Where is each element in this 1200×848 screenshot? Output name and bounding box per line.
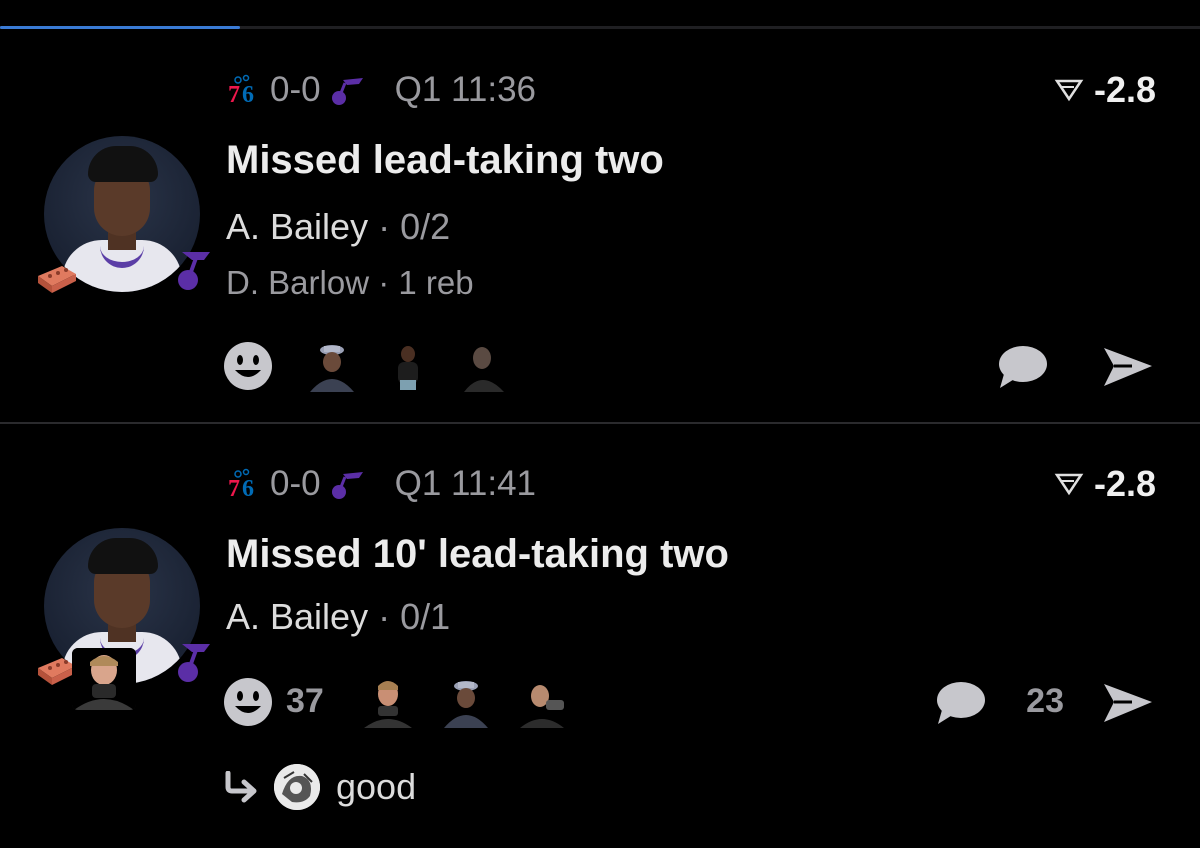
win-probability[interactable]: -2.8 [1054,463,1156,504]
shooter-name[interactable]: A. Bailey [226,596,368,637]
comment-bubble-icon[interactable] [996,344,1048,390]
rebounder-line[interactable]: D. Barlow · 1 reb [226,264,474,302]
play-title: Missed 10' lead-taking two [226,532,729,576]
brick-icon [38,266,76,293]
reaction-gif-icon [72,648,136,710]
send-icon[interactable] [1102,680,1154,726]
reaction-gif-icon[interactable] [362,676,414,728]
game-clock: Q1 11:36 [394,70,536,109]
commenter-avatar[interactable] [274,764,320,810]
jazz-logo-icon [178,252,210,290]
reaction-gif-icon[interactable] [458,340,510,392]
reaction-gif-icon[interactable] [382,340,434,392]
separator: · [378,264,390,301]
reaction-gif-icon[interactable] [440,676,492,728]
jazz-logo-icon [178,644,210,682]
game-clock: Q1 11:41 [394,464,536,503]
reaction-gif-icon[interactable] [518,676,570,728]
shooter-line[interactable]: A. Bailey · 0/1 [226,596,450,638]
play-card[interactable]: 7 6 0-0 Q1 11:36 -2.8 Missed lead-taking… [0,30,1200,422]
76ers-logo-icon: 7 6 [228,468,254,502]
separator: · [378,206,391,247]
76ers-logo-icon: 7 6 [228,74,254,108]
comment-preview[interactable]: good [222,764,416,810]
comment-count[interactable]: 23 [1026,682,1064,721]
game-status-row: 7 6 0-0 Q1 11:41 [226,464,536,504]
reply-arrow-icon [225,771,257,803]
separator: · [378,596,391,637]
comment-text: good [336,766,417,807]
win-probability-icon [1054,79,1084,102]
jazz-logo-icon [331,472,363,499]
win-probability-delta: -2.8 [1093,463,1156,504]
smiley-add-icon[interactable] [222,676,274,728]
rebounder-stat: 1 reb [398,264,474,301]
shooter-stat: 0/1 [400,596,451,637]
rebounder-name[interactable]: D. Barlow [226,264,369,301]
send-icon[interactable] [1102,344,1154,390]
svg-text:7: 7 [228,476,240,502]
comment-bubble-icon[interactable] [934,680,986,726]
play-card[interactable]: 7 6 0-0 Q1 11:41 -2.8 Missed 10' lead-ta… [0,424,1200,848]
svg-text:6: 6 [242,476,254,502]
game-score: 0-0 [270,70,321,109]
svg-text:6: 6 [242,82,254,108]
svg-text:7: 7 [228,82,240,108]
player-avatar-group[interactable] [36,136,216,316]
game-status-row: 7 6 0-0 Q1 11:36 [226,70,536,110]
smiley-add-icon[interactable] [222,340,274,392]
reaction-bar: 37 23 [222,676,1160,732]
game-score: 0-0 [270,464,321,503]
player-avatar-group[interactable] [36,528,216,710]
shooter-name[interactable]: A. Bailey [226,206,368,247]
shooter-line[interactable]: A. Bailey · 0/2 [226,206,450,248]
load-progress-track [0,26,1200,29]
reaction-gif-icon[interactable] [306,340,358,392]
reaction-count[interactable]: 37 [286,682,324,721]
win-probability[interactable]: -2.8 [1054,69,1156,110]
jazz-logo-icon [331,78,363,105]
play-title: Missed lead-taking two [226,138,664,182]
win-probability-delta: -2.8 [1093,69,1156,110]
shooter-stat: 0/2 [400,206,451,247]
load-progress-fill [0,26,240,29]
reaction-bar [222,340,1160,396]
win-probability-icon [1054,473,1084,496]
